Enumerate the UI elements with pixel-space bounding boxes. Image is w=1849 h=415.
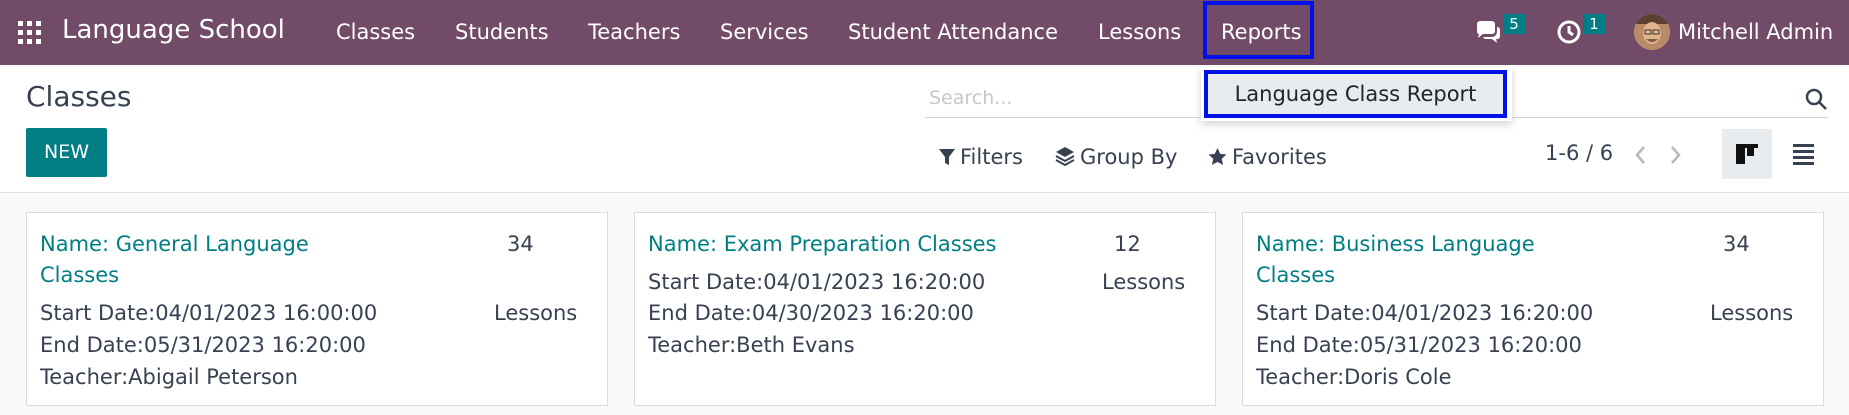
activities-badge: 1 [1583, 14, 1605, 34]
card-teacher: Teacher:Doris Cole [1256, 365, 1452, 389]
card-name: Name: Business Language Classes [1256, 232, 1535, 287]
card-lesson-count: 34 [1723, 232, 1750, 256]
list-icon [1793, 144, 1814, 165]
group-by-label: Group By [1080, 145, 1178, 169]
menu-services[interactable]: Services [720, 20, 809, 44]
filters-button[interactable]: Filters [939, 145, 1023, 169]
activities-clock-icon[interactable] [1556, 19, 1582, 45]
card-lesson-label: Lessons [1102, 270, 1186, 294]
menu-students[interactable]: Students [455, 20, 549, 44]
page-title: Classes [26, 80, 132, 113]
group-by-button[interactable]: Group By [1055, 145, 1177, 169]
messages-icon[interactable] [1474, 20, 1502, 44]
kanban-card[interactable]: Name: General Language Classes 34 Lesson… [26, 212, 608, 406]
search-icon[interactable] [1804, 87, 1828, 111]
pager-previous-icon[interactable] [1630, 143, 1652, 167]
card-lesson-label: Lessons [1710, 301, 1794, 325]
menu-reports[interactable]: Reports [1221, 20, 1302, 44]
menu-teachers[interactable]: Teachers [588, 20, 680, 44]
menu-lessons[interactable]: Lessons [1098, 20, 1181, 44]
card-end-date: End Date:05/31/2023 16:20:00 [40, 333, 366, 357]
card-lesson-count: 12 [1114, 232, 1141, 256]
search-placeholder: Search... [929, 87, 1013, 109]
app-title[interactable]: Language School [62, 15, 285, 45]
layers-icon [1055, 147, 1075, 167]
user-avatar[interactable] [1634, 14, 1670, 50]
filter-icon [939, 149, 955, 165]
kanban-view-button[interactable] [1722, 129, 1772, 179]
messages-badge: 5 [1503, 14, 1525, 34]
favorites-button[interactable]: Favorites [1208, 145, 1327, 169]
card-start-date: Start Date:04/01/2023 16:20:00 [648, 270, 986, 294]
reports-dropdown: Language Class Report [1201, 67, 1512, 121]
card-end-date: End Date:04/30/2023 16:20:00 [648, 301, 974, 325]
card-end-date: End Date:05/31/2023 16:20:00 [1256, 333, 1582, 357]
top-navbar: Language School Classes Students Teacher… [0, 0, 1849, 65]
star-icon [1208, 148, 1227, 166]
card-lesson-label: Lessons [494, 301, 578, 325]
kanban-card[interactable]: Name: Exam Preparation Classes 12 Lesson… [634, 212, 1216, 406]
pager-value[interactable]: 1-6 / 6 [1545, 141, 1613, 165]
card-lesson-count: 34 [507, 232, 534, 256]
pager-next-icon[interactable] [1664, 143, 1686, 167]
kanban-icon [1736, 144, 1758, 164]
menu-classes[interactable]: Classes [336, 20, 415, 44]
favorites-label: Favorites [1232, 145, 1327, 169]
card-start-date: Start Date:04/01/2023 16:20:00 [1256, 301, 1594, 325]
filters-label: Filters [960, 145, 1023, 169]
kanban-card[interactable]: Name: Business Language Classes 34 Lesso… [1242, 212, 1824, 406]
new-button[interactable]: NEW [26, 128, 107, 177]
card-name: Name: General Language Classes [40, 232, 309, 287]
card-teacher: Teacher:Abigail Peterson [40, 365, 298, 389]
card-name: Name: Exam Preparation Classes [648, 232, 997, 256]
card-start-date: Start Date:04/01/2023 16:00:00 [40, 301, 378, 325]
language-class-report-item[interactable]: Language Class Report [1204, 70, 1507, 118]
user-name[interactable]: Mitchell Admin [1678, 20, 1833, 44]
list-view-button[interactable] [1778, 129, 1828, 179]
menu-student-attendance[interactable]: Student Attendance [848, 20, 1058, 44]
card-teacher: Teacher:Beth Evans [648, 333, 855, 357]
control-panel: Classes NEW Search... Filters Group By F… [0, 65, 1849, 193]
app-menu-grid-icon[interactable] [18, 21, 42, 45]
